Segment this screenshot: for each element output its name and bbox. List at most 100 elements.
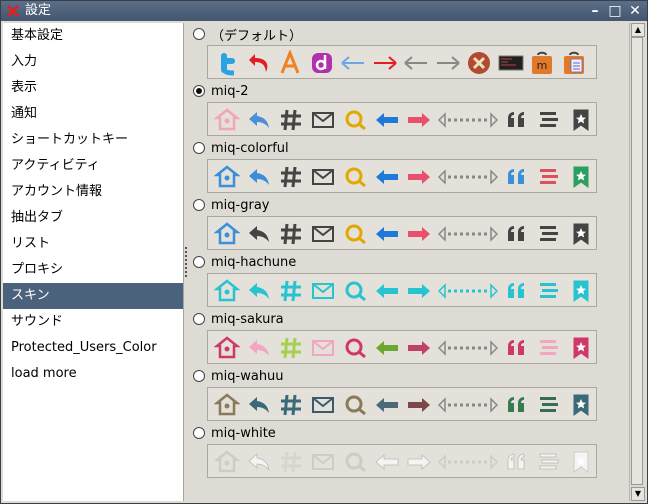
skin-radio-option[interactable]: miq-white [193, 424, 276, 442]
vertical-scrollbar[interactable]: ▲ ▼ [629, 23, 645, 501]
sidebar-item[interactable]: 基本設定 [3, 23, 183, 49]
hashtag-icon [281, 337, 301, 359]
scroll-down-button[interactable]: ▼ [631, 487, 645, 501]
home-icon [213, 108, 241, 131]
skin-radio-option[interactable]: miq-hachune [193, 253, 296, 271]
radio-button[interactable] [193, 427, 205, 439]
mail-icon [312, 454, 334, 470]
radio-button[interactable] [193, 142, 205, 154]
bookmark-icon [573, 280, 589, 302]
radio-button[interactable] [193, 370, 205, 382]
letter-a-icon [280, 48, 300, 74]
skin-radio-option[interactable]: （デフォルト） [193, 25, 303, 44]
arrow-left-icon [376, 341, 398, 355]
skin-name: （デフォルト） [211, 28, 303, 44]
sidebar-item[interactable]: 抽出タブ [3, 205, 183, 231]
bookmark-icon [573, 109, 589, 131]
mail-icon [312, 169, 334, 185]
bookmark-icon [573, 451, 589, 473]
list-icon [539, 453, 559, 470]
radio-button[interactable] [193, 199, 205, 211]
skin-name: miq-wahuu [211, 368, 284, 384]
skin-name: miq-gray [211, 197, 270, 213]
quote-icon [508, 112, 524, 127]
search-icon [345, 110, 366, 131]
reply-icon [249, 169, 269, 185]
mail-icon [312, 397, 334, 413]
hashtag-icon [281, 451, 301, 473]
dotted-arrow-icon [437, 454, 499, 470]
letter-d-icon [311, 53, 332, 73]
skin-name: miq-white [211, 425, 276, 441]
dotted-arrow-icon [437, 283, 499, 299]
search-icon [345, 452, 366, 473]
sidebar-item[interactable]: アクティビティ [3, 153, 183, 179]
hashtag-icon [281, 166, 301, 188]
mail-icon [312, 226, 334, 242]
hashtag-icon [281, 223, 301, 245]
arrow-left-icon [376, 398, 398, 412]
quote-icon [508, 283, 524, 298]
minimize-button[interactable]: – [587, 3, 603, 19]
sidebar-item[interactable]: スキン [3, 283, 183, 309]
scrollbar-thumb[interactable] [631, 37, 643, 485]
skin-icon-preview [207, 444, 597, 478]
bookmark-icon [573, 223, 589, 245]
mail-icon [312, 283, 334, 299]
search-icon [345, 395, 366, 416]
reply-icon [249, 340, 269, 356]
home-icon [213, 165, 241, 188]
search-icon [345, 167, 366, 188]
sidebar-item[interactable]: 入力 [3, 49, 183, 75]
scroll-up-button[interactable]: ▲ [631, 23, 645, 37]
skin-radio-option[interactable]: miq-colorful [193, 139, 289, 157]
quote-icon [507, 453, 525, 470]
sidebar-item[interactable]: 通知 [3, 101, 183, 127]
radio-button[interactable] [193, 28, 205, 40]
terminal-icon [498, 55, 523, 71]
dotted-arrow-icon [437, 397, 499, 413]
skin-radio-option[interactable]: miq-wahuu [193, 367, 284, 385]
skin-name: miq-hachune [211, 254, 297, 270]
arrow-left-icon [341, 56, 364, 70]
arrow-left-icon [375, 454, 399, 470]
list-icon [540, 112, 558, 127]
skin-name: miq-colorful [211, 140, 289, 156]
radio-button[interactable] [193, 313, 205, 325]
skin-radio-option[interactable]: miq-2 [193, 82, 249, 100]
hashtag-icon [281, 109, 301, 131]
mikutter-bag-icon: m [532, 51, 552, 74]
dotted-arrow-icon [437, 169, 499, 185]
close-circle-icon [468, 52, 490, 74]
sidebar-item[interactable]: load more [3, 361, 183, 387]
skin-icon-preview: m [207, 45, 597, 79]
list-icon [540, 340, 558, 355]
reply-icon [249, 112, 269, 128]
skin-icon-preview [207, 330, 597, 364]
reply-icon [249, 283, 269, 299]
sidebar-item[interactable]: ショートカットキー [3, 127, 183, 153]
maximize-button[interactable]: □ [607, 3, 623, 19]
sidebar-item[interactable]: Protected_Users_Color [3, 335, 183, 361]
search-icon [345, 224, 366, 245]
close-button[interactable]: ✕ [627, 3, 643, 19]
skin-icon-preview [207, 273, 597, 307]
app-icon [6, 4, 20, 18]
sidebar-item[interactable]: リスト [3, 231, 183, 257]
sidebar-item[interactable]: アカウント情報 [3, 179, 183, 205]
radio-button[interactable] [193, 256, 205, 268]
home-icon [213, 222, 241, 245]
sidebar-item[interactable]: プロキシ [3, 257, 183, 283]
radio-button[interactable] [193, 85, 205, 97]
title-bar[interactable]: 設定 – □ ✕ [1, 1, 647, 21]
sidebar-item[interactable]: サウンド [3, 309, 183, 335]
skin-radio-option[interactable]: miq-gray [193, 196, 269, 214]
arrow-left-gray-icon [404, 56, 427, 70]
skin-radio-option[interactable]: miq-sakura [193, 310, 284, 328]
undo-icon [248, 54, 267, 72]
sidebar-item[interactable]: 表示 [3, 75, 183, 101]
arrow-right-icon [408, 398, 430, 412]
bookmark-icon [573, 337, 589, 359]
arrow-left-icon [376, 113, 398, 127]
bookmark-icon [573, 394, 589, 416]
